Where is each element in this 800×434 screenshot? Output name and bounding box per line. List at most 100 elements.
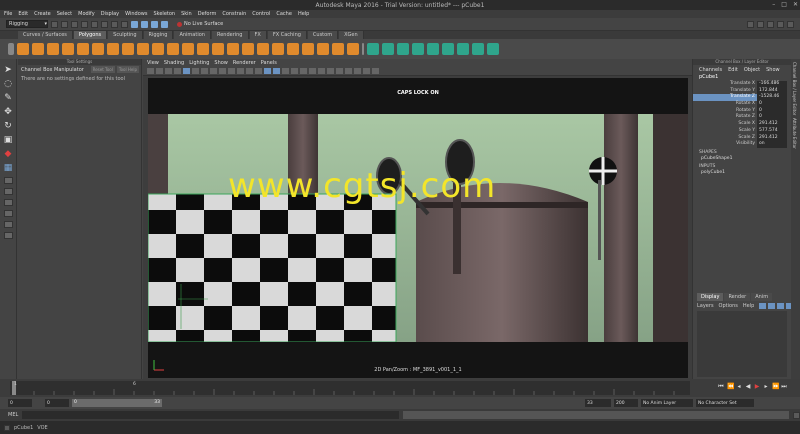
- anti-aliasing-icon[interactable]: [336, 68, 343, 74]
- play-backward-icon[interactable]: ◀: [745, 383, 751, 390]
- open-scene-icon[interactable]: [61, 20, 68, 28]
- persp-outliner-icon[interactable]: [3, 188, 13, 195]
- menu-set-dropdown[interactable]: Rigging ▾: [6, 20, 48, 28]
- command-input[interactable]: [22, 411, 399, 419]
- viewport-menu-show[interactable]: Show: [214, 60, 228, 66]
- render-view-icon[interactable]: [747, 20, 754, 28]
- poly-cylinder-icon[interactable]: [47, 43, 59, 55]
- layer-tab-anim[interactable]: Anim: [751, 293, 773, 301]
- snap-grid-icon[interactable]: [131, 20, 138, 28]
- attr-value[interactable]: on: [757, 141, 787, 148]
- select-object-icon[interactable]: [111, 20, 118, 28]
- menu-help[interactable]: Help: [298, 11, 309, 17]
- combine-icon[interactable]: [197, 43, 209, 55]
- shelf-tab-curves-surfaces[interactable]: Curves / Surfaces: [18, 31, 73, 39]
- bridge-icon[interactable]: [287, 43, 299, 55]
- step-forward-frame-icon[interactable]: ▸: [763, 383, 769, 390]
- attr-row[interactable]: Translate X -166.486: [693, 81, 791, 88]
- hypershade-layout-icon[interactable]: [3, 210, 13, 217]
- use-all-lights-icon[interactable]: [300, 68, 307, 74]
- gate-mask-icon[interactable]: [228, 68, 235, 74]
- poly-cone-icon[interactable]: [62, 43, 74, 55]
- maximize-icon[interactable]: □: [781, 1, 787, 8]
- menu-constrain[interactable]: Constrain: [222, 11, 246, 17]
- safe-action-icon[interactable]: [246, 68, 253, 74]
- range-bar[interactable]: 0 33: [72, 399, 162, 407]
- scale-tool-icon[interactable]: ▣: [3, 135, 13, 145]
- new-layer-icon[interactable]: [777, 303, 785, 309]
- anim-layer-dropdown[interactable]: No Anim Layer: [641, 399, 693, 407]
- menu-deform[interactable]: Deform: [198, 11, 217, 17]
- object-name[interactable]: pCube1: [693, 74, 791, 81]
- layer-menu-layers[interactable]: Layers: [697, 303, 714, 309]
- menu-edit[interactable]: Edit: [18, 11, 28, 17]
- attr-row[interactable]: Rotate X0: [693, 101, 791, 108]
- snap-surface-icon[interactable]: [161, 20, 168, 28]
- shadows-icon[interactable]: [309, 68, 316, 74]
- viewport-menu-lighting[interactable]: Lighting: [189, 60, 209, 66]
- render-settings-icon[interactable]: [777, 20, 784, 28]
- minimize-icon[interactable]: –: [772, 1, 775, 8]
- shelf-tab-fx[interactable]: FX: [249, 31, 267, 39]
- step-forward-key-icon[interactable]: ⏩: [772, 383, 779, 390]
- attr-value[interactable]: -166.486: [757, 81, 787, 88]
- menu-modify[interactable]: Modify: [78, 11, 95, 17]
- play-forward-icon[interactable]: ▶: [754, 383, 760, 390]
- live-surface[interactable]: No Live Surface: [177, 21, 223, 27]
- viewport-menu-view[interactable]: View: [147, 60, 159, 66]
- select-tool-icon[interactable]: ➤: [3, 65, 13, 75]
- shelf-options-icon[interactable]: [8, 43, 14, 55]
- menu-file[interactable]: File: [4, 11, 12, 17]
- mirror-icon[interactable]: [257, 43, 269, 55]
- grease-pencil-icon[interactable]: [192, 68, 199, 74]
- resolution-gate-icon[interactable]: [219, 68, 226, 74]
- uv-layout-icon[interactable]: [3, 232, 13, 239]
- animation-end-field[interactable]: 200: [614, 399, 638, 407]
- extract-icon[interactable]: [272, 43, 284, 55]
- wireframe-icon[interactable]: [264, 68, 271, 74]
- camera-attributes-icon[interactable]: [156, 68, 163, 74]
- layout-uv-icon[interactable]: [487, 43, 499, 55]
- time-slider-track[interactable]: [10, 381, 690, 395]
- new-scene-icon[interactable]: [51, 20, 58, 28]
- paint-select-icon[interactable]: ✎: [3, 93, 13, 103]
- go-to-end-icon[interactable]: ⏭: [781, 383, 787, 390]
- hypershade-icon[interactable]: [787, 20, 794, 28]
- attr-value[interactable]: 0: [757, 101, 787, 108]
- safe-title-icon[interactable]: [255, 68, 262, 74]
- field-chart-icon[interactable]: [237, 68, 244, 74]
- xray-joints-icon[interactable]: [363, 68, 370, 74]
- sweep-mesh-icon[interactable]: [152, 43, 164, 55]
- select-camera-icon[interactable]: [147, 68, 154, 74]
- menu-cache[interactable]: Cache: [276, 11, 292, 17]
- menu-skin[interactable]: Skin: [181, 11, 192, 17]
- uv-editor-icon[interactable]: [367, 43, 379, 55]
- menu-create[interactable]: Create: [34, 11, 51, 17]
- smooth-icon[interactable]: [227, 43, 239, 55]
- shelf-tab-fx-caching[interactable]: FX Caching: [267, 31, 307, 39]
- reset-tool-button[interactable]: Reset Tool: [90, 66, 115, 73]
- wireframe-on-shaded-icon[interactable]: [282, 68, 289, 74]
- viewport-menu-panels[interactable]: Panels: [261, 60, 277, 66]
- extrude-icon[interactable]: [332, 43, 344, 55]
- automatic-map-icon[interactable]: [427, 43, 439, 55]
- snap-curve-icon[interactable]: [141, 20, 148, 28]
- four-view-layout-icon[interactable]: [3, 177, 13, 184]
- sew-uv-icon[interactable]: [457, 43, 469, 55]
- command-language-label[interactable]: MEL: [8, 412, 18, 418]
- cb-menu-edit[interactable]: Edit: [728, 67, 738, 73]
- layer-menu-options[interactable]: Options: [719, 303, 738, 309]
- shelf-tab-rendering[interactable]: Rendering: [211, 31, 249, 39]
- viewport-menu-renderer[interactable]: Renderer: [233, 60, 256, 66]
- ambient-occlusion-icon[interactable]: [318, 68, 325, 74]
- cb-menu-channels[interactable]: Channels: [699, 67, 722, 73]
- layer-list[interactable]: [697, 311, 787, 377]
- bookmark-icon[interactable]: [165, 68, 172, 74]
- reduce-icon[interactable]: [317, 43, 329, 55]
- cylindrical-map-icon[interactable]: [397, 43, 409, 55]
- cut-uv-icon[interactable]: [442, 43, 454, 55]
- rotate-tool-icon[interactable]: ↻: [3, 121, 13, 131]
- render-current-icon[interactable]: [757, 20, 764, 28]
- textured-icon[interactable]: [291, 68, 298, 74]
- bevel-icon[interactable]: [347, 43, 359, 55]
